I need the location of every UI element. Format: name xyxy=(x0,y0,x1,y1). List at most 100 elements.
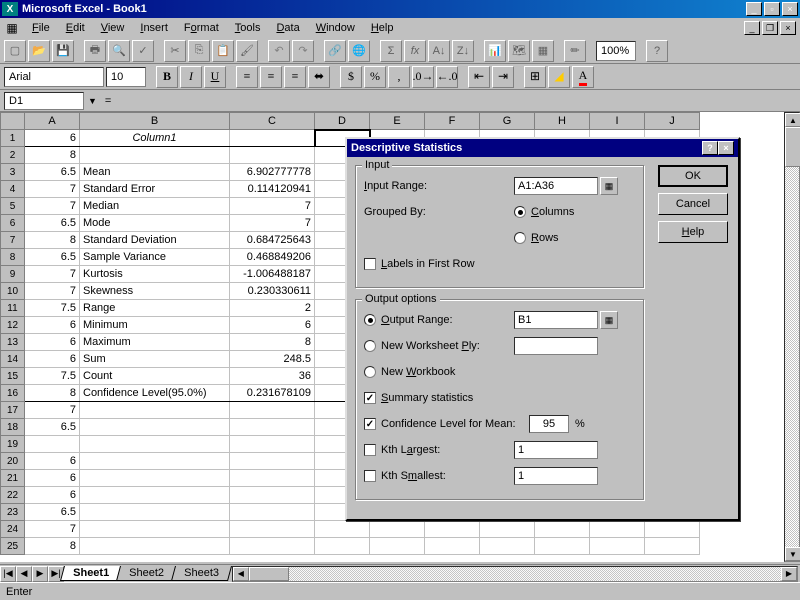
cell[interactable]: 7.5 xyxy=(25,368,80,385)
scroll-right-icon[interactable]: ▶ xyxy=(781,567,797,581)
cell[interactable]: 7.5 xyxy=(25,300,80,317)
italic-button[interactable]: I xyxy=(180,66,202,88)
cell[interactable] xyxy=(535,538,590,555)
cell[interactable]: Standard Error xyxy=(80,181,230,198)
row-header[interactable]: 20 xyxy=(1,453,25,470)
row-header[interactable]: 17 xyxy=(1,402,25,419)
dialog-help-icon[interactable]: ? xyxy=(702,141,718,155)
paste-icon[interactable]: 📋 xyxy=(212,40,234,62)
cell[interactable] xyxy=(425,538,480,555)
pivot-icon[interactable]: ▦ xyxy=(532,40,554,62)
col-header[interactable]: D xyxy=(315,113,370,130)
row-header[interactable]: 15 xyxy=(1,368,25,385)
cell[interactable]: 7 xyxy=(25,521,80,538)
new-workbook-radio[interactable] xyxy=(364,366,376,378)
borders-icon[interactable]: ⊞ xyxy=(524,66,546,88)
col-header[interactable]: I xyxy=(590,113,645,130)
kth-smallest-field[interactable] xyxy=(514,467,598,485)
cell[interactable]: Sample Variance xyxy=(80,249,230,266)
increase-indent-icon[interactable]: ⇥ xyxy=(492,66,514,88)
name-box[interactable]: D1 xyxy=(4,92,84,110)
cell[interactable]: Range xyxy=(80,300,230,317)
cell[interactable] xyxy=(480,538,535,555)
map-icon[interactable]: 🗺 xyxy=(508,40,530,62)
cell[interactable] xyxy=(80,487,230,504)
output-range-field[interactable] xyxy=(514,311,598,329)
scroll-up-icon[interactable]: ▲ xyxy=(785,113,800,127)
cell[interactable]: Standard Deviation xyxy=(80,232,230,249)
function-icon[interactable]: fx xyxy=(404,40,426,62)
cell[interactable] xyxy=(535,521,590,538)
cell[interactable] xyxy=(230,402,315,419)
col-header[interactable]: H xyxy=(535,113,590,130)
col-header[interactable]: G xyxy=(480,113,535,130)
align-left-icon[interactable]: ≡ xyxy=(236,66,258,88)
font-color-icon[interactable]: A xyxy=(572,66,594,88)
sort-asc-icon[interactable]: A↓ xyxy=(428,40,450,62)
sheet-tab[interactable]: Sheet2 xyxy=(116,566,177,581)
prev-sheet-icon[interactable]: ◀ xyxy=(16,566,32,582)
cell[interactable]: 8 xyxy=(25,232,80,249)
row-header[interactable]: 19 xyxy=(1,436,25,453)
row-header[interactable]: 25 xyxy=(1,538,25,555)
cell[interactable]: 8 xyxy=(230,334,315,351)
increase-decimal-icon[interactable]: .0→ xyxy=(412,66,434,88)
kth-largest-checkbox[interactable] xyxy=(364,444,376,456)
cell[interactable]: 6 xyxy=(25,470,80,487)
fill-color-icon[interactable]: ◢ xyxy=(548,66,570,88)
cell[interactable]: 248.5 xyxy=(230,351,315,368)
dialog-close-icon[interactable]: × xyxy=(718,141,734,155)
scroll-thumb[interactable] xyxy=(785,127,800,167)
row-header[interactable]: 2 xyxy=(1,147,25,164)
cell[interactable]: Maximum xyxy=(80,334,230,351)
maximize-button[interactable]: ▫ xyxy=(764,2,780,16)
row-header[interactable]: 21 xyxy=(1,470,25,487)
menu-edit[interactable]: Edit xyxy=(58,20,93,36)
dialog-titlebar[interactable]: Descriptive Statistics ? × xyxy=(347,139,738,157)
scroll-down-icon[interactable]: ▼ xyxy=(785,547,800,561)
cell[interactable]: 0.230330611 xyxy=(230,283,315,300)
cell[interactable]: 6 xyxy=(230,317,315,334)
sheet-tab[interactable]: Sheet3 xyxy=(171,566,232,581)
row-header[interactable]: 1 xyxy=(1,130,25,147)
menu-file[interactable]: File xyxy=(24,20,58,36)
cell[interactable] xyxy=(645,521,700,538)
cell[interactable]: 2 xyxy=(230,300,315,317)
cell[interactable] xyxy=(590,538,645,555)
bold-button[interactable]: B xyxy=(156,66,178,88)
font-combo[interactable]: Arial xyxy=(4,67,104,87)
columns-radio[interactable] xyxy=(514,206,526,218)
row-header[interactable]: 8 xyxy=(1,249,25,266)
scroll-left-icon[interactable]: ◀ xyxy=(233,567,249,581)
cell[interactable] xyxy=(80,538,230,555)
drawing-icon[interactable]: ✏ xyxy=(564,40,586,62)
cell[interactable]: Mode xyxy=(80,215,230,232)
hyperlink-icon[interactable]: 🔗 xyxy=(324,40,346,62)
cell[interactable]: 6.5 xyxy=(25,249,80,266)
menu-insert[interactable]: Insert xyxy=(132,20,176,36)
row-header[interactable]: 5 xyxy=(1,198,25,215)
cell[interactable] xyxy=(230,130,315,147)
cell[interactable] xyxy=(80,436,230,453)
menu-window[interactable]: Window xyxy=(308,20,363,36)
new-worksheet-field[interactable] xyxy=(514,337,598,355)
cell[interactable]: Minimum xyxy=(80,317,230,334)
align-center-icon[interactable]: ≡ xyxy=(260,66,282,88)
copy-icon[interactable]: ⎘ xyxy=(188,40,210,62)
cell[interactable]: Kurtosis xyxy=(80,266,230,283)
cell[interactable]: Column1 xyxy=(80,130,230,147)
cell[interactable]: 8 xyxy=(25,538,80,555)
cell[interactable] xyxy=(230,470,315,487)
row-header[interactable]: 6 xyxy=(1,215,25,232)
doc-icon[interactable]: ▦ xyxy=(4,20,20,36)
new-icon[interactable]: ▢ xyxy=(4,40,26,62)
cell[interactable]: 7 xyxy=(230,215,315,232)
col-header[interactable]: B xyxy=(80,113,230,130)
row-header[interactable]: 18 xyxy=(1,419,25,436)
cell[interactable]: 8 xyxy=(25,147,80,164)
cell[interactable] xyxy=(80,470,230,487)
format-painter-icon[interactable]: 🖌 xyxy=(236,40,258,62)
cell[interactable] xyxy=(590,521,645,538)
scroll-thumb[interactable] xyxy=(249,567,289,581)
comma-icon[interactable]: , xyxy=(388,66,410,88)
